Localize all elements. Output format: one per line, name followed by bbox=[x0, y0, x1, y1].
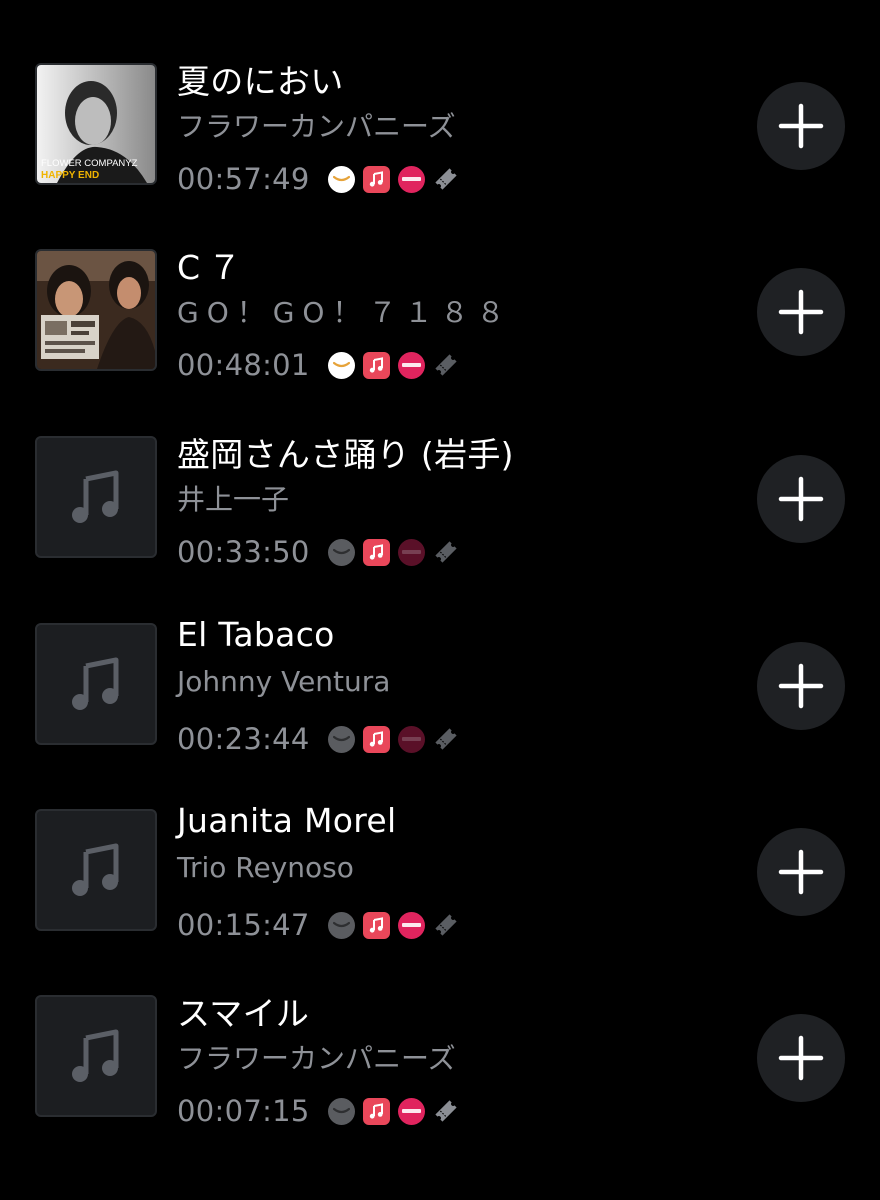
track-meta: 00:48:01 bbox=[177, 345, 468, 385]
music-note-icon bbox=[72, 843, 119, 896]
add-button[interactable] bbox=[757, 1014, 845, 1102]
music-note-icon bbox=[72, 1029, 119, 1082]
add-button[interactable] bbox=[757, 642, 845, 730]
track-artist: フラワーカンパニーズ bbox=[177, 1042, 456, 1075]
recochoku-icon[interactable] bbox=[397, 165, 425, 193]
track-meta: 00:33:50 bbox=[177, 532, 468, 572]
apple-music-icon[interactable] bbox=[362, 538, 390, 566]
track-artist: 井上一子 bbox=[177, 483, 290, 516]
track-title: 盛岡さんさ踊り (岩手) bbox=[177, 435, 514, 474]
track-title: Juanita Morel bbox=[177, 801, 397, 840]
track-row[interactable]: スマイル フラワーカンパニーズ 00:07:15 bbox=[0, 994, 880, 1181]
apple-music-icon[interactable] bbox=[362, 1097, 390, 1125]
apple-music-icon[interactable] bbox=[362, 351, 390, 379]
plus-icon bbox=[778, 849, 824, 895]
track-time: 00:48:01 bbox=[177, 348, 310, 382]
track-artist: フラワーカンパニーズ bbox=[177, 110, 456, 143]
album-art-placeholder bbox=[35, 436, 157, 558]
track-time: 00:07:15 bbox=[177, 1094, 310, 1128]
track-meta: 00:23:44 bbox=[177, 719, 468, 759]
music-note-icon bbox=[72, 470, 119, 523]
recochoku-icon[interactable] bbox=[397, 538, 425, 566]
ticket-icon[interactable] bbox=[433, 912, 460, 939]
add-button[interactable] bbox=[757, 82, 845, 170]
track-row[interactable]: C７ GO！GO！７１８８ 00:48:01 bbox=[0, 248, 880, 435]
album-art: FLOWER COMPANYZ HAPPY END bbox=[35, 63, 157, 185]
track-row[interactable]: El Tabaco Johnny Ventura 00:23:44 bbox=[0, 615, 880, 809]
plus-icon bbox=[778, 476, 824, 522]
track-artist: Trio Reynoso bbox=[177, 851, 354, 884]
apple-music-icon[interactable] bbox=[362, 725, 390, 753]
ticket-icon[interactable] bbox=[433, 539, 460, 566]
track-title: C７ bbox=[177, 248, 250, 287]
track-time: 00:15:47 bbox=[177, 908, 310, 942]
recochoku-icon[interactable] bbox=[397, 1097, 425, 1125]
amazon-music-icon[interactable] bbox=[327, 725, 355, 753]
apple-music-icon[interactable] bbox=[362, 165, 390, 193]
apple-music-icon[interactable] bbox=[362, 911, 390, 939]
ticket-icon[interactable] bbox=[433, 726, 460, 753]
plus-icon bbox=[778, 289, 824, 335]
track-time: 00:23:44 bbox=[177, 722, 310, 756]
track-artist: Johnny Ventura bbox=[177, 665, 391, 698]
album-art-placeholder bbox=[35, 623, 157, 745]
track-artist: GO！GO！７１８８ bbox=[177, 296, 513, 329]
track-time: 00:33:50 bbox=[177, 535, 310, 569]
album-art bbox=[35, 249, 157, 371]
track-row[interactable]: Juanita Morel Trio Reynoso 00:15:47 bbox=[0, 801, 880, 995]
add-button[interactable] bbox=[757, 455, 845, 543]
recochoku-icon[interactable] bbox=[397, 911, 425, 939]
plus-icon bbox=[778, 1035, 824, 1081]
track-meta: 00:07:15 bbox=[177, 1091, 468, 1131]
ticket-icon[interactable] bbox=[433, 1098, 460, 1125]
track-meta: 00:57:49 bbox=[177, 159, 468, 199]
album-art-text: FLOWER COMPANYZ bbox=[41, 158, 138, 169]
recochoku-icon[interactable] bbox=[397, 725, 425, 753]
track-row[interactable]: 盛岡さんさ踊り (岩手) 井上一子 00:33:50 bbox=[0, 435, 880, 622]
plus-icon bbox=[778, 663, 824, 709]
ticket-icon[interactable] bbox=[433, 166, 460, 193]
album-art-placeholder bbox=[35, 995, 157, 1117]
album-art-text: HAPPY END bbox=[41, 170, 99, 181]
add-button[interactable] bbox=[757, 828, 845, 916]
ticket-icon[interactable] bbox=[433, 352, 460, 379]
amazon-music-icon[interactable] bbox=[327, 351, 355, 379]
recochoku-icon[interactable] bbox=[397, 351, 425, 379]
track-time: 00:57:49 bbox=[177, 162, 310, 196]
track-title: 夏のにおい bbox=[177, 62, 344, 101]
music-note-icon bbox=[72, 657, 119, 710]
add-button[interactable] bbox=[757, 268, 845, 356]
amazon-music-icon[interactable] bbox=[327, 1097, 355, 1125]
amazon-music-icon[interactable] bbox=[327, 911, 355, 939]
history-track-list: FLOWER COMPANYZ HAPPY END 夏のにおい フラワーカンパニ… bbox=[0, 0, 880, 1200]
track-meta: 00:15:47 bbox=[177, 905, 468, 945]
plus-icon bbox=[778, 103, 824, 149]
amazon-music-icon[interactable] bbox=[327, 538, 355, 566]
album-art-placeholder bbox=[35, 809, 157, 931]
track-row[interactable]: FLOWER COMPANYZ HAPPY END 夏のにおい フラワーカンパニ… bbox=[0, 62, 880, 249]
track-title: El Tabaco bbox=[177, 615, 335, 654]
amazon-music-icon[interactable] bbox=[327, 165, 355, 193]
track-title: スマイル bbox=[177, 994, 310, 1033]
